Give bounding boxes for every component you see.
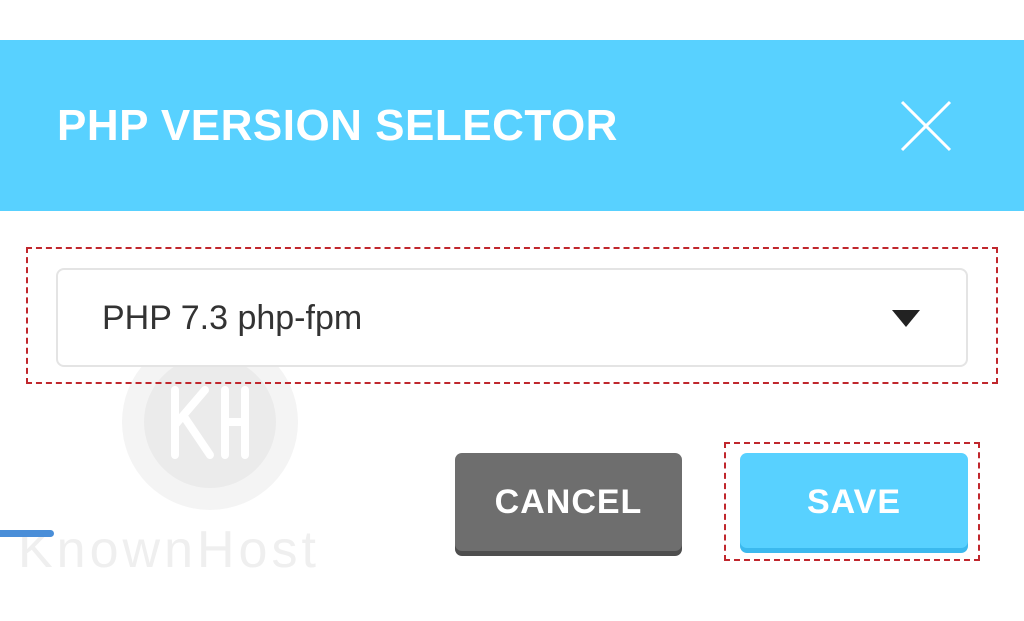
php-version-select[interactable]: PHP 7.3 php-fpm bbox=[56, 268, 968, 367]
watermark-bar bbox=[0, 530, 54, 537]
cancel-button[interactable]: CANCEL bbox=[455, 453, 682, 551]
close-button[interactable] bbox=[896, 96, 956, 156]
save-button[interactable]: SAVE bbox=[740, 453, 968, 548]
screenshot-canvas: KnownHost PHP VERSION SELECTOR PHP 7.3 p… bbox=[0, 0, 1024, 621]
watermark-brand: KnownHost bbox=[18, 521, 320, 579]
php-version-selected-value: PHP 7.3 php-fpm bbox=[102, 299, 363, 337]
caret-down-icon bbox=[892, 310, 920, 327]
modal-title: PHP VERSION SELECTOR bbox=[57, 101, 618, 150]
close-icon bbox=[900, 100, 952, 152]
